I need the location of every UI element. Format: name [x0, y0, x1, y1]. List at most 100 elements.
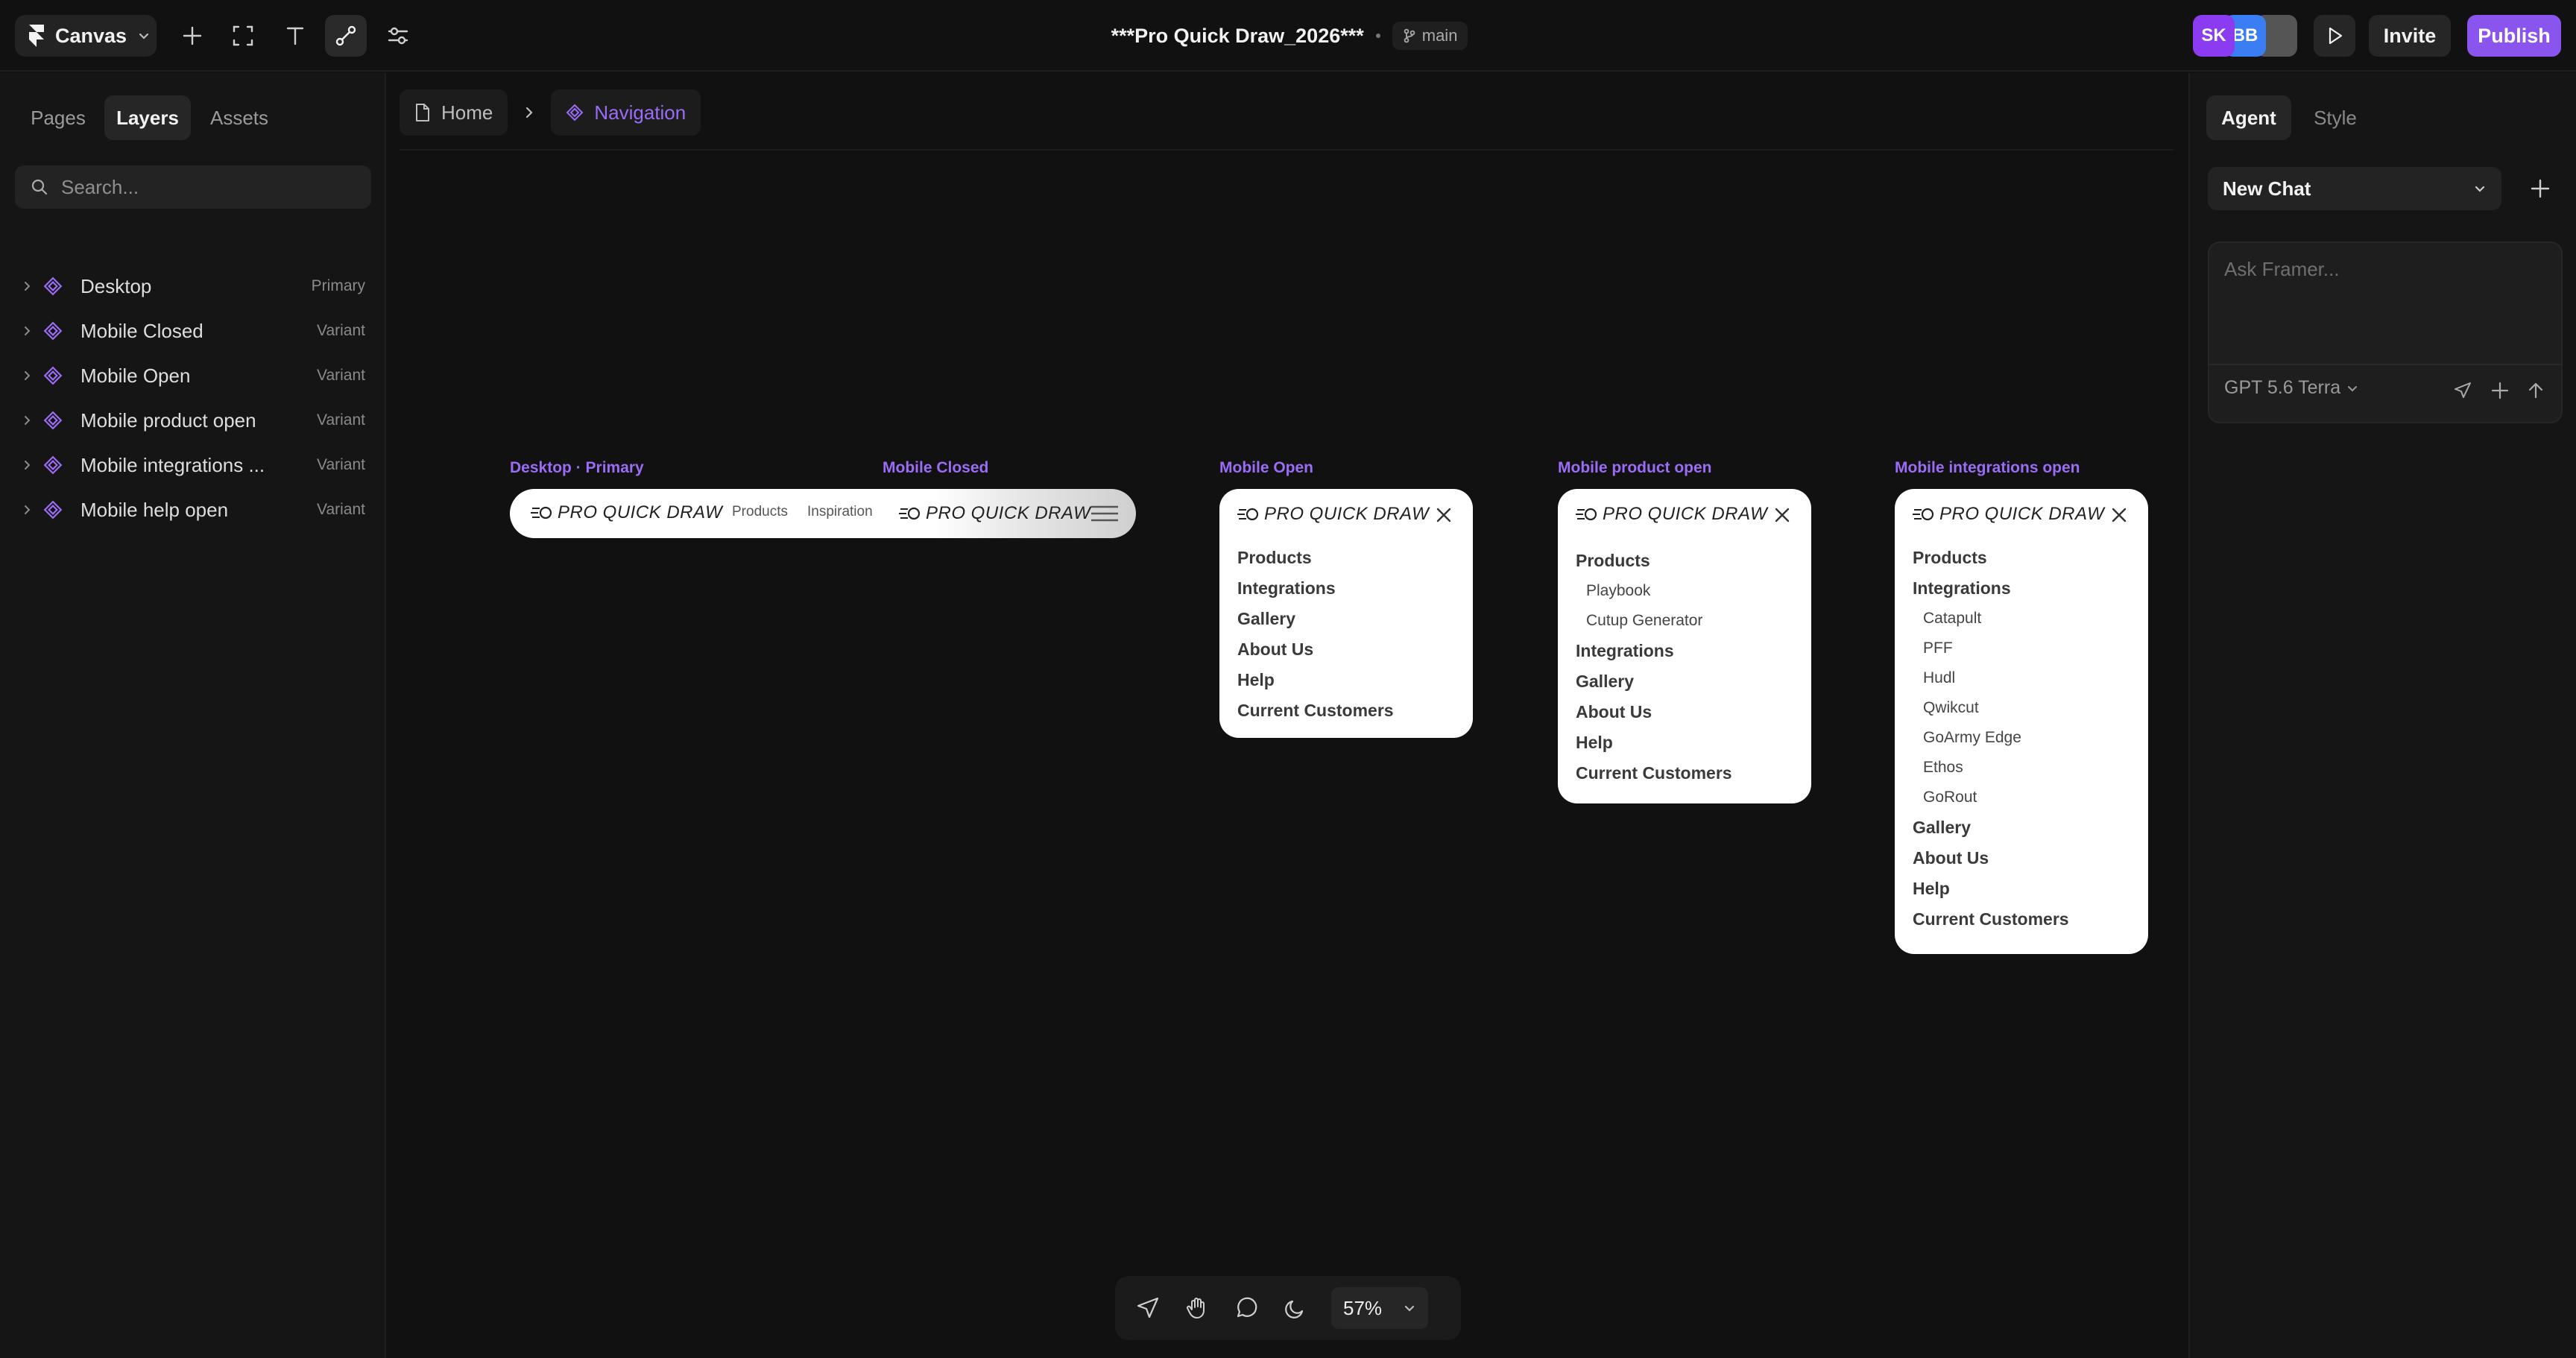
search-input[interactable] — [61, 175, 356, 199]
submenu-item[interactable]: PFF — [1913, 634, 2069, 663]
document-title-bar[interactable]: ***Pro Quick Draw_2026*** main — [1044, 19, 1535, 52]
insert-tool[interactable] — [171, 15, 213, 57]
submenu-item[interactable]: Ethos — [1913, 753, 2069, 783]
invite-button[interactable]: Invite — [2369, 15, 2451, 57]
close-icon[interactable] — [2109, 505, 2129, 525]
submenu-item[interactable]: Qwikcut — [1913, 693, 2069, 723]
chevron-right-icon[interactable] — [22, 325, 43, 337]
submenu-item[interactable]: Cutup Generator — [1576, 606, 1732, 636]
close-icon[interactable] — [1434, 505, 1453, 525]
layers-panel: Pages Layers Assets Desktop Primary Mobile… — [0, 73, 386, 1358]
menu-item[interactable]: Help — [1576, 727, 1732, 758]
settings-tool[interactable] — [377, 15, 419, 57]
menu-item[interactable]: Integrations — [1576, 636, 1732, 666]
menu-item[interactable]: Help — [1913, 874, 2069, 904]
nav-link-products[interactable]: Products — [732, 504, 788, 520]
breadcrumb-current[interactable]: Navigation — [551, 89, 701, 136]
send-button[interactable] — [2519, 374, 2552, 407]
logo-text: PRO QUICK DRAW — [1939, 504, 2105, 524]
menu-item[interactable]: Gallery — [1913, 812, 2069, 843]
branch-name: main — [1421, 26, 1458, 45]
close-icon[interactable] — [1772, 505, 1792, 525]
layer-row[interactable]: Mobile Closed Variant — [22, 309, 365, 353]
menu-item[interactable]: Products — [1237, 543, 1394, 573]
menu-item[interactable]: About Us — [1576, 697, 1732, 727]
frame-label-mobile-open[interactable]: Mobile Open — [1219, 459, 1313, 477]
hamburger-icon[interactable] — [1090, 504, 1120, 523]
attach-button[interactable] — [2484, 374, 2516, 407]
nav-link-inspiration[interactable]: Inspiration — [807, 504, 873, 520]
frame-label-mobile-integrations[interactable]: Mobile integrations open — [1895, 459, 2080, 477]
publish-button[interactable]: Publish — [2467, 15, 2561, 57]
select-tool[interactable] — [1127, 1287, 1169, 1329]
menu-item[interactable]: Products — [1913, 543, 2069, 573]
chevron-right-icon[interactable] — [22, 370, 43, 382]
ask-input[interactable] — [2224, 258, 2545, 332]
submenu-item[interactable]: GoArmy Edge — [1913, 723, 2069, 753]
layers-search[interactable] — [15, 165, 371, 209]
menu-item[interactable]: Gallery — [1237, 604, 1394, 634]
component-icon — [566, 104, 584, 121]
chevron-right-icon[interactable] — [22, 414, 43, 426]
divider — [2209, 364, 2561, 365]
zoom-control[interactable]: 57% — [1331, 1287, 1429, 1329]
menu-item[interactable]: Integrations — [1237, 573, 1394, 604]
comment-tool[interactable] — [1225, 1287, 1267, 1329]
chevron-right-icon[interactable] — [22, 459, 43, 471]
menu-item[interactable]: Current Customers — [1237, 695, 1394, 726]
component-icon — [43, 411, 80, 430]
layer-row[interactable]: Mobile help open Variant — [22, 487, 365, 532]
submenu-item[interactable]: Playbook — [1576, 576, 1732, 606]
menu-item[interactable]: About Us — [1237, 634, 1394, 665]
menu-item[interactable]: Current Customers — [1913, 904, 2069, 935]
preview-button[interactable] — [2314, 15, 2355, 57]
link-tool[interactable] — [325, 15, 367, 57]
submenu-item[interactable]: Catapult — [1913, 604, 2069, 634]
mobile-integrations-open-frame[interactable]: PRO QUICK DRAW Products Integrations Cat… — [1895, 489, 2148, 954]
tab-assets[interactable]: Assets — [197, 95, 282, 140]
tab-pages[interactable]: Pages — [18, 95, 98, 140]
chevron-right-icon[interactable] — [22, 504, 43, 516]
menu-item[interactable]: Gallery — [1576, 666, 1732, 697]
mobile-open-frame[interactable]: PRO QUICK DRAW Products Integrations Gal… — [1219, 489, 1473, 738]
frame-label-mobile-product[interactable]: Mobile product open — [1558, 459, 1711, 477]
tab-style[interactable]: Style — [2299, 95, 2372, 140]
menu-item[interactable]: Current Customers — [1576, 758, 1732, 789]
menu-item[interactable]: Help — [1237, 665, 1394, 695]
menu-list: Products Integrations Catapult PFF Hudl … — [1913, 543, 2069, 935]
new-chat-button[interactable] — [2524, 172, 2557, 205]
theme-toggle[interactable] — [1275, 1287, 1316, 1329]
branch-badge[interactable]: main — [1392, 22, 1468, 50]
top-bar: Canvas ***Pro Quick Draw_2026*** main SK… — [0, 0, 2576, 72]
chevron-right-icon[interactable] — [22, 280, 43, 292]
tab-layers[interactable]: Layers — [104, 95, 191, 140]
chat-select[interactable]: New Chat — [2208, 167, 2501, 210]
menu-item[interactable]: About Us — [1913, 843, 2069, 874]
arrow-up-icon — [2526, 381, 2545, 400]
breadcrumb-home[interactable]: Home — [400, 89, 508, 136]
layer-row[interactable]: Mobile Open Variant — [22, 353, 365, 398]
frame-tool[interactable] — [222, 15, 264, 57]
text-tool[interactable] — [274, 15, 316, 57]
layer-row[interactable]: Mobile integrations ... Variant — [22, 443, 365, 487]
layer-row[interactable]: Desktop Primary — [22, 264, 365, 309]
mobile-product-open-frame[interactable]: PRO QUICK DRAW Products Playbook Cutup G… — [1558, 489, 1811, 803]
chevron-down-icon — [2473, 182, 2487, 195]
model-select[interactable]: GPT 5.6 Terra — [2224, 377, 2358, 399]
frame-label-desktop[interactable]: Desktop · Primary — [510, 459, 644, 477]
frame-label-mobile-closed[interactable]: Mobile Closed — [883, 459, 988, 477]
menu-item[interactable]: Integrations — [1913, 573, 2069, 604]
menu-item[interactable]: Products — [1576, 546, 1732, 576]
layer-name: Mobile Closed — [80, 319, 203, 342]
avatar[interactable]: SK — [2193, 15, 2235, 57]
canvas-menu-button[interactable]: Canvas — [15, 15, 157, 57]
tab-agent[interactable]: Agent — [2206, 95, 2291, 140]
select-element-button[interactable] — [2446, 374, 2479, 407]
submenu-item[interactable]: GoRout — [1913, 783, 2069, 812]
layer-name: Mobile Open — [80, 364, 191, 387]
mobile-closed-frame[interactable]: PRO QUICK DRAW — [883, 489, 1136, 538]
component-icon — [43, 500, 80, 519]
hand-tool[interactable] — [1176, 1287, 1218, 1329]
submenu-item[interactable]: Hudl — [1913, 663, 2069, 693]
layer-row[interactable]: Mobile product open Variant — [22, 398, 365, 443]
